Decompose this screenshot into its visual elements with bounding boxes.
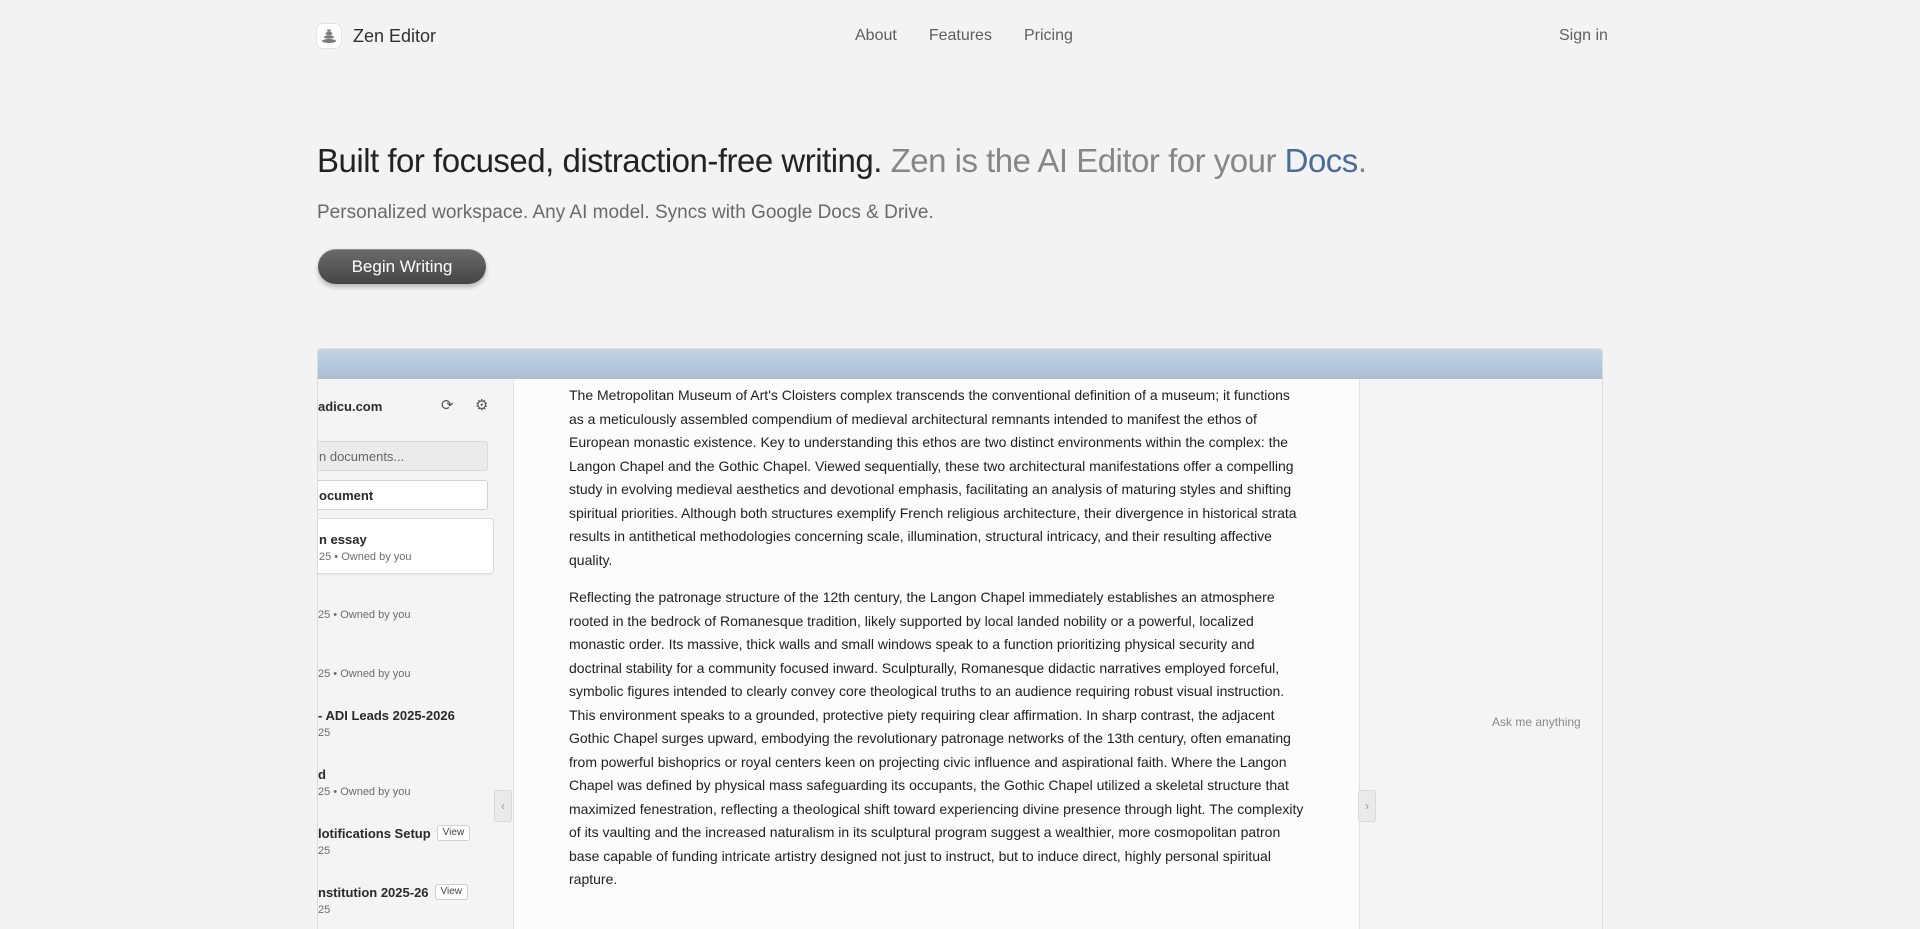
headline-accent: Docs xyxy=(1284,142,1359,179)
zen-stones-icon xyxy=(317,24,341,48)
app-preview: adicu.com ⟳ ⚙ ocument n essay 25 • Owned… xyxy=(317,348,1603,929)
begin-writing-button[interactable]: Begin Writing xyxy=(318,249,486,284)
document-meta: 25 xyxy=(318,845,331,857)
account-domain: adicu.com xyxy=(318,399,383,414)
document-meta: 25 • Owned by you xyxy=(318,668,411,680)
gear-icon[interactable]: ⚙ xyxy=(475,396,488,414)
document-title: n essay xyxy=(319,531,367,547)
refresh-icon[interactable]: ⟳ xyxy=(441,396,454,414)
brand[interactable]: Zen Editor xyxy=(317,24,436,48)
editor-paragraph[interactable]: Reflecting the patronage structure of th… xyxy=(569,586,1304,892)
document-title: - ADI Leads 2025-2026 xyxy=(318,707,455,723)
headline-muted: Zen is the AI Editor for your xyxy=(890,142,1277,179)
document-list-item[interactable]: n essay 25 • Owned by you xyxy=(318,518,494,574)
preview-window-bar xyxy=(318,349,1602,379)
collapse-sidebar-button[interactable]: ‹ xyxy=(494,790,512,822)
view-only-badge: View xyxy=(434,884,469,900)
document-meta: 25 xyxy=(318,727,331,739)
hero-subline: Personalized workspace. Any AI model. Sy… xyxy=(317,202,934,223)
document-list-item[interactable]: 25 • Owned by you xyxy=(318,636,494,692)
collapse-assistant-button[interactable]: › xyxy=(1358,790,1376,822)
document-title xyxy=(318,648,494,664)
document-title: lotifications Setup View xyxy=(318,825,494,841)
new-document-button[interactable]: ocument xyxy=(318,480,488,510)
document-list-item[interactable]: 25 • Owned by you xyxy=(318,577,494,633)
document-search-input[interactable] xyxy=(318,441,488,471)
sign-in-link[interactable]: Sign in xyxy=(1559,27,1608,45)
brand-name: Zen Editor xyxy=(353,25,437,46)
hero-headline: Built for focused, distraction-free writ… xyxy=(317,142,1367,180)
ai-assistant-input[interactable]: Ask me anything xyxy=(1492,715,1581,729)
document-title: d xyxy=(318,766,326,782)
document-title: nstitution 2025-26 View xyxy=(318,884,494,900)
document-meta: 25 • Owned by you xyxy=(319,551,412,563)
document-editor[interactable]: The Metropolitan Museum of Art's Cloiste… xyxy=(513,379,1360,929)
nav-about[interactable]: About xyxy=(855,27,897,45)
document-title xyxy=(318,589,494,605)
document-list-item[interactable]: d 25 • Owned by you xyxy=(318,754,494,810)
document-list-item[interactable]: lotifications Setup View 25 xyxy=(318,813,494,869)
document-list-item[interactable]: - ADI Leads 2025-2026 25 xyxy=(318,695,494,751)
document-meta: 25 • Owned by you xyxy=(318,786,411,798)
document-meta: 25 xyxy=(318,904,331,916)
view-only-badge: View xyxy=(436,825,471,841)
editor-paragraph[interactable]: The Metropolitan Museum of Art's Cloiste… xyxy=(569,384,1304,572)
headline-end: . xyxy=(1357,142,1367,179)
headline-main: Built for focused, distraction-free writ… xyxy=(317,142,882,179)
document-list-item[interactable]: nstitution 2025-26 View 25 xyxy=(318,872,494,928)
nav-features[interactable]: Features xyxy=(929,27,992,45)
nav-pricing[interactable]: Pricing xyxy=(1024,27,1073,45)
documents-sidebar: adicu.com ⟳ ⚙ ocument n essay 25 • Owned… xyxy=(318,379,513,929)
main-nav: About Features Pricing xyxy=(855,27,1073,45)
document-meta: 25 • Owned by you xyxy=(318,609,411,621)
